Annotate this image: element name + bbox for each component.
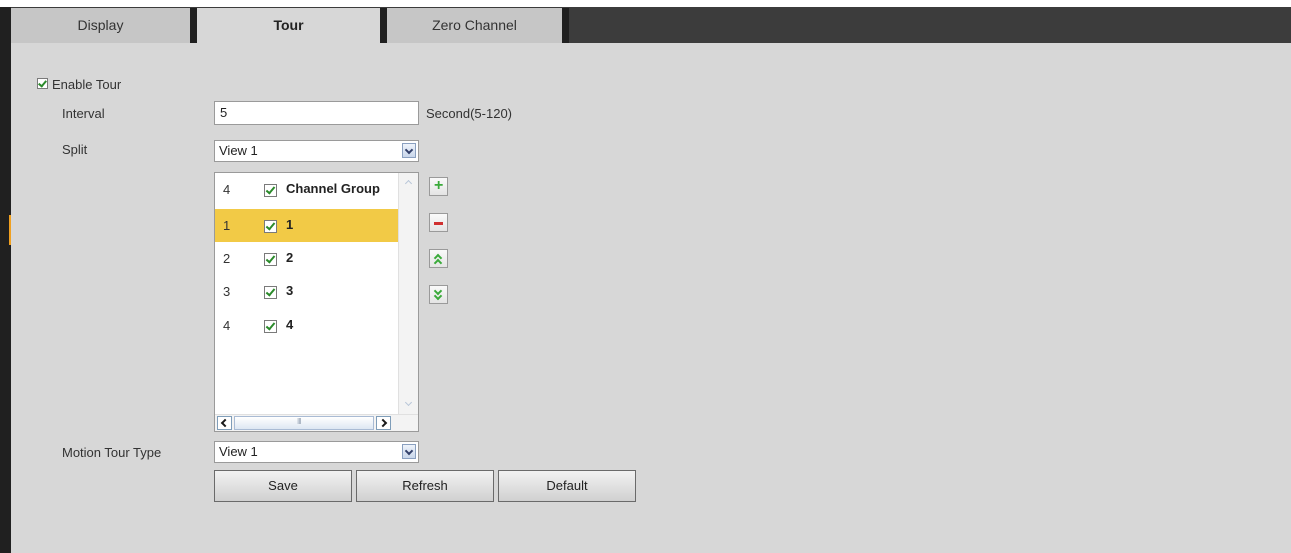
row-label: 1 bbox=[286, 217, 294, 232]
list-header-row[interactable]: 4 Channel Group bbox=[215, 173, 398, 206]
row-label: Channel Group bbox=[286, 181, 380, 196]
chevron-down-icon[interactable] bbox=[402, 143, 416, 158]
save-button[interactable]: Save bbox=[214, 470, 352, 502]
default-button[interactable]: Default bbox=[498, 470, 636, 502]
enable-tour-checkbox[interactable] bbox=[37, 78, 48, 89]
interval-label: Interval bbox=[62, 106, 105, 121]
scrollbar-thumb[interactable] bbox=[234, 416, 374, 430]
interval-hint: Second(5-120) bbox=[426, 106, 512, 121]
split-label: Split bbox=[62, 142, 88, 157]
row-index: 4 bbox=[223, 182, 231, 197]
move-down-button[interactable] bbox=[429, 285, 448, 304]
row-index: 1 bbox=[223, 218, 231, 233]
tour-settings-panel bbox=[11, 43, 1291, 553]
channel-checkbox[interactable] bbox=[264, 253, 277, 266]
row-label: 3 bbox=[286, 283, 294, 298]
split-select-value: View 1 bbox=[219, 143, 258, 158]
list-item[interactable]: 1 1 bbox=[215, 209, 398, 242]
motion-tour-type-select[interactable]: View 1 bbox=[214, 441, 419, 463]
row-label: 4 bbox=[286, 317, 294, 332]
channel-checkbox[interactable] bbox=[264, 286, 277, 299]
enable-tour-label: Enable Tour bbox=[52, 77, 122, 92]
tab-zero-channel[interactable]: Zero Channel bbox=[387, 8, 569, 43]
scroll-up-icon[interactable] bbox=[401, 175, 416, 190]
channel-checkbox[interactable] bbox=[264, 220, 277, 233]
minus-icon bbox=[434, 222, 443, 225]
scroll-left-icon[interactable] bbox=[217, 416, 232, 430]
plus-icon: + bbox=[434, 177, 444, 194]
row-index: 4 bbox=[223, 318, 231, 333]
vertical-scrollbar[interactable] bbox=[398, 173, 418, 414]
interval-input[interactable]: 5 bbox=[214, 101, 419, 125]
channel-list[interactable]: 4 Channel Group 1 1 2 2 3 3 4 4 bbox=[214, 172, 419, 432]
list-item[interactable]: 4 4 bbox=[215, 309, 398, 342]
tab-tour[interactable]: Tour bbox=[197, 8, 387, 43]
tab-bar: Display Tour Zero Channel bbox=[11, 7, 1291, 43]
list-item[interactable]: 2 2 bbox=[215, 242, 398, 275]
refresh-button[interactable]: Refresh bbox=[356, 470, 494, 502]
motion-tour-type-label: Motion Tour Type bbox=[62, 445, 162, 460]
row-label: 2 bbox=[286, 250, 294, 265]
chevron-down-icon[interactable] bbox=[402, 444, 416, 459]
add-button[interactable]: + bbox=[429, 177, 448, 196]
tab-display[interactable]: Display bbox=[11, 8, 197, 43]
list-item[interactable]: 3 3 bbox=[215, 275, 398, 308]
row-index: 3 bbox=[223, 284, 231, 299]
channel-group-checkbox[interactable] bbox=[264, 184, 277, 197]
remove-button[interactable] bbox=[429, 213, 448, 232]
move-up-button[interactable] bbox=[429, 249, 448, 268]
horizontal-scrollbar[interactable] bbox=[215, 414, 418, 431]
scroll-down-icon[interactable] bbox=[401, 397, 416, 412]
split-select[interactable]: View 1 bbox=[214, 140, 419, 162]
motion-tour-type-value: View 1 bbox=[219, 444, 258, 459]
scroll-right-icon[interactable] bbox=[376, 416, 391, 430]
row-index: 2 bbox=[223, 251, 231, 266]
channel-checkbox[interactable] bbox=[264, 320, 277, 333]
